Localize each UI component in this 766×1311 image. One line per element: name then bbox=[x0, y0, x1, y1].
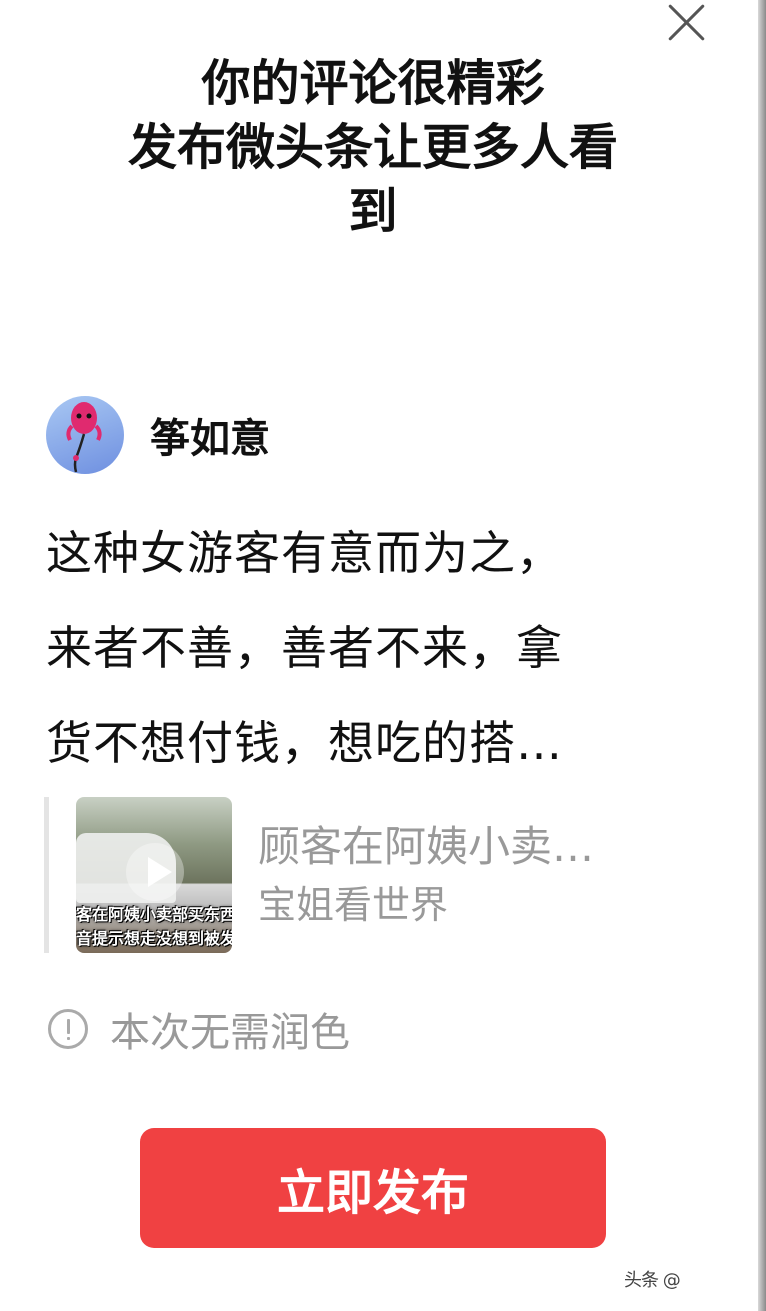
dialog-title-line: 到 bbox=[348, 183, 398, 240]
linked-video-card[interactable]: 客在阿姨小卖部买东西 音提示想走没想到被发 顾客在阿姨小卖… 宝姐看世界 bbox=[44, 797, 709, 953]
play-icon[interactable] bbox=[126, 843, 184, 901]
info-icon bbox=[48, 1009, 88, 1049]
note-text: 本次无需润色 bbox=[110, 1010, 350, 1056]
watermark: 头条 @ bbox=[624, 1270, 681, 1291]
thumbnail-caption: 音提示想走没想到被发 bbox=[76, 929, 232, 948]
thumbnail-caption: 客在阿姨小卖部买东西 bbox=[76, 905, 232, 924]
comment-line: 货不想付钱，想吃的搭… bbox=[46, 716, 563, 770]
video-info: 顾客在阿姨小卖… 宝姐看世界 bbox=[258, 817, 594, 933]
comment-line: 来者不善，善者不来，拿 bbox=[46, 621, 563, 675]
dialog-title-line: 发布微头条让更多人看 bbox=[127, 119, 618, 176]
author-name: 筝如意 bbox=[150, 416, 270, 462]
background-page-edge bbox=[758, 0, 766, 1311]
dialog-title: 你的评论很精彩 发布微头条让更多人看 到 bbox=[40, 52, 706, 244]
comment-line: 这种女游客有意而为之， bbox=[46, 526, 563, 580]
dialog-title-line: 你的评论很精彩 bbox=[201, 55, 545, 112]
comment-author: 筝如意 bbox=[46, 396, 270, 474]
video-thumbnail[interactable]: 客在阿姨小卖部买东西 音提示想走没想到被发 bbox=[76, 797, 232, 953]
close-icon[interactable] bbox=[664, 0, 708, 42]
polish-note: 本次无需润色 bbox=[48, 1004, 350, 1056]
comment-text: 这种女游客有意而为之， 来者不善，善者不来，拿 货不想付钱，想吃的搭… bbox=[46, 506, 686, 791]
avatar bbox=[46, 396, 124, 474]
video-author: 宝姐看世界 bbox=[258, 883, 449, 927]
publish-button[interactable]: 立即发布 bbox=[140, 1128, 606, 1248]
kite-icon bbox=[66, 402, 102, 473]
video-title: 顾客在阿姨小卖… bbox=[258, 822, 595, 871]
